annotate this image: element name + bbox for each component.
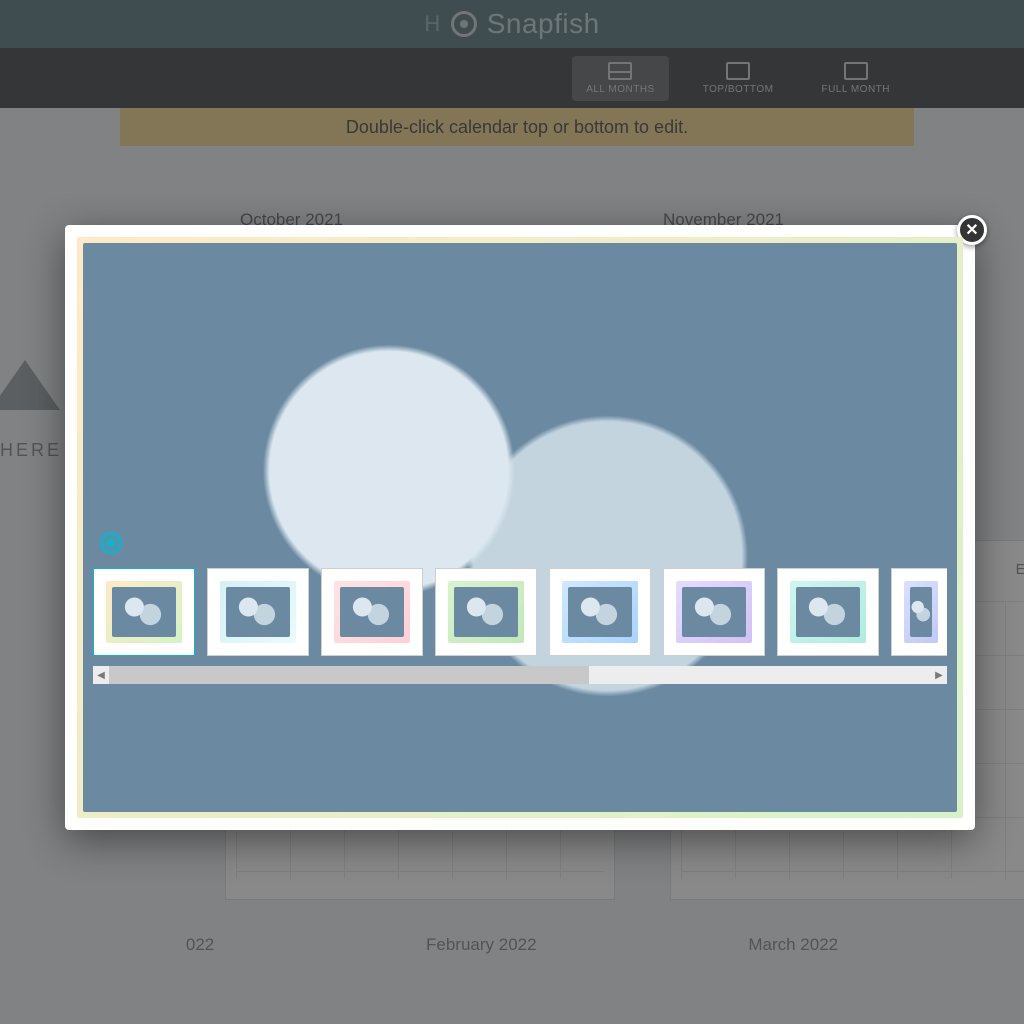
- photo-placeholder: [83, 243, 957, 812]
- theme-thumb[interactable]: [93, 568, 195, 656]
- scroll-right-icon[interactable]: ▶: [931, 666, 947, 684]
- theme-thumbnails: ◀ ▶: [93, 568, 947, 684]
- customize-modal: ✕ Customize your calendar a little or a …: [65, 225, 975, 830]
- close-icon: ✕: [965, 220, 978, 240]
- theme-thumb[interactable]: [435, 568, 537, 656]
- theme-thumb[interactable]: [777, 568, 879, 656]
- thumb-scrollbar[interactable]: ◀ ▶: [93, 666, 947, 684]
- cover-preview-thumb[interactable]: [93, 420, 195, 510]
- radio-entire[interactable]: [100, 532, 122, 554]
- theme-thumb[interactable]: [321, 568, 423, 656]
- theme-thumb[interactable]: [549, 568, 651, 656]
- scroll-handle[interactable]: [109, 666, 589, 684]
- scroll-left-icon[interactable]: ◀: [93, 666, 109, 684]
- theme-thumb[interactable]: [207, 568, 309, 656]
- theme-thumb-row: [93, 568, 947, 656]
- theme-thumb[interactable]: [663, 568, 765, 656]
- theme-thumb[interactable]: [891, 568, 947, 656]
